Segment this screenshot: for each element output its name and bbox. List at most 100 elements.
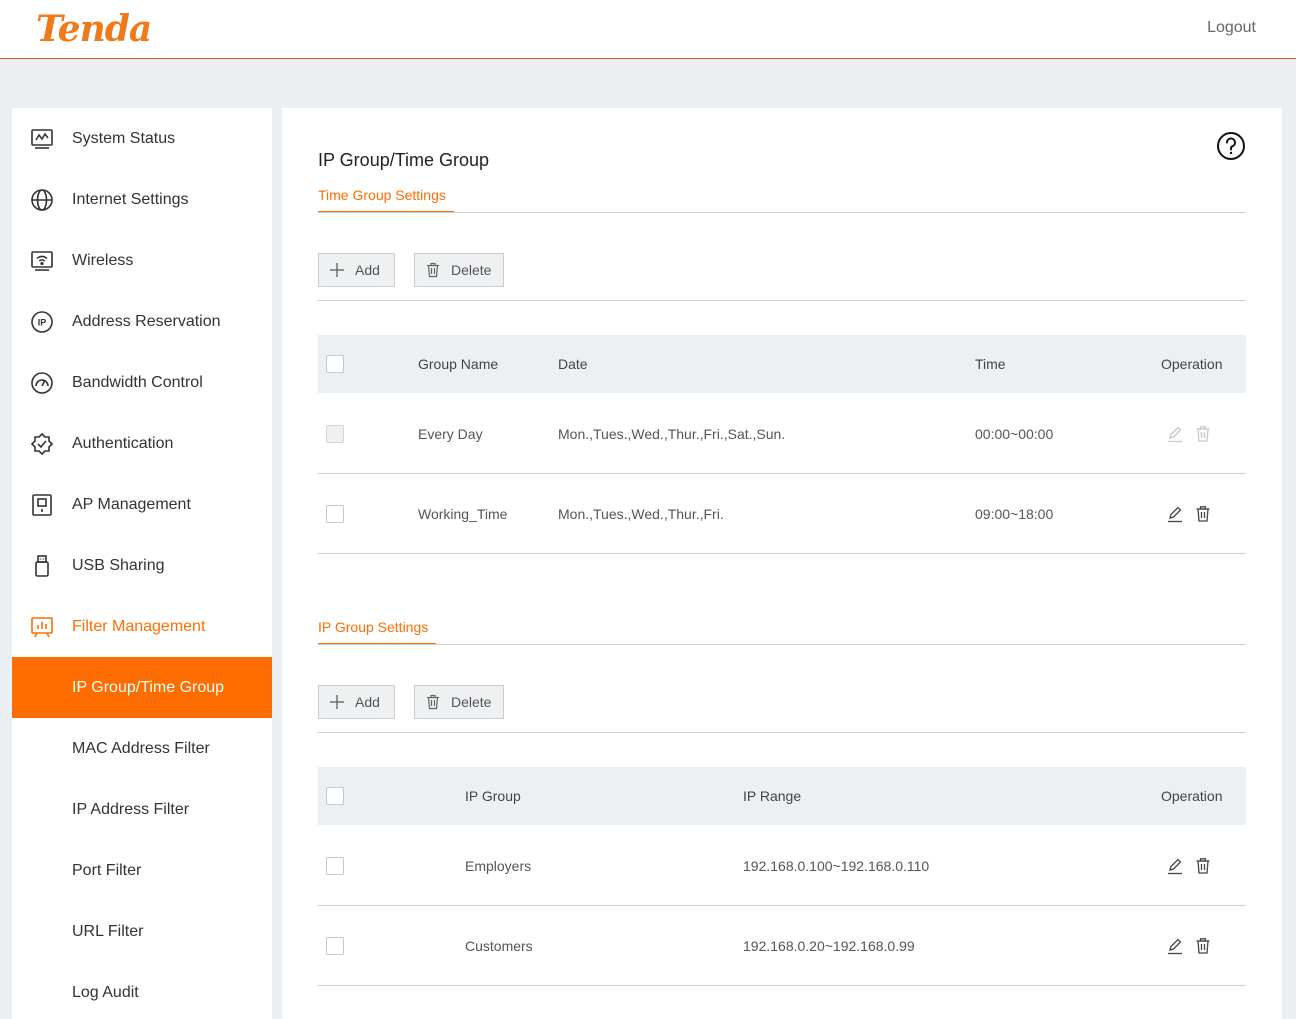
trash-icon[interactable]	[1194, 937, 1212, 955]
group-time: 00:00~00:00	[975, 425, 1054, 442]
tab-time-group-settings[interactable]: Time Group Settings	[318, 187, 446, 203]
sidebar-item-internet-settings[interactable]: Internet Settings	[12, 169, 272, 230]
group-name: Working_Time	[418, 505, 508, 522]
sidebar-item-label: Wireless	[72, 251, 134, 269]
edit-icon[interactable]	[1166, 857, 1184, 875]
table-row: Working_Time Mon.,Tues.,Wed.,Thur.,Fri. …	[318, 474, 1246, 554]
sidebar-item-ap-management[interactable]: AP Management	[12, 474, 272, 535]
sidebar-item-label: Bandwidth Control	[72, 373, 203, 391]
delete-label: Delete	[451, 262, 492, 278]
divider	[318, 300, 1246, 301]
tab-ip-group-settings[interactable]: IP Group Settings	[318, 619, 428, 635]
sidebar-item-label: Authentication	[72, 434, 174, 452]
edit-icon[interactable]	[1166, 937, 1184, 955]
select-all-checkbox[interactable]	[326, 787, 344, 805]
sidebar-subitem-label: URL Filter	[72, 922, 144, 940]
help-icon[interactable]	[1216, 131, 1246, 161]
sidebar-subitem-mac-address-filter[interactable]: MAC Address Filter	[12, 718, 272, 779]
ap-device-icon	[32, 493, 52, 516]
logout-link[interactable]: Logout	[1207, 19, 1256, 37]
trash-icon[interactable]	[1194, 425, 1212, 443]
divider	[318, 732, 1246, 733]
sidebar-item-usb-sharing[interactable]: USB Sharing	[12, 535, 272, 596]
sidebar-item-label: Filter Management	[72, 617, 206, 635]
column-header: Operation	[1161, 356, 1223, 372]
sidebar-subitem-label: IP Address Filter	[72, 800, 190, 818]
row-checkbox[interactable]	[326, 424, 344, 443]
usb-icon	[35, 554, 49, 577]
sidebar-subitem-url-filter[interactable]: URL Filter	[12, 901, 272, 962]
plus-icon	[330, 695, 344, 709]
sidebar-item-label: System Status	[72, 129, 176, 147]
table-row: Employers 192.168.0.100~192.168.0.110	[318, 826, 1246, 906]
sidebar-subitem-ip-time-group[interactable]: IP Group/Time Group	[12, 657, 272, 718]
sidebar: System Status Internet Settings Wireless…	[12, 108, 272, 1019]
table-row: Every Day Mon.,Tues.,Wed.,Thur.,Fri.,Sat…	[318, 394, 1246, 474]
ip-range: 192.168.0.20~192.168.0.99	[743, 937, 915, 954]
wifi-monitor-icon	[31, 250, 53, 271]
row-checkbox[interactable]	[326, 504, 344, 523]
sidebar-subitem-label: Port Filter	[72, 861, 142, 879]
top-header: Tenda Logout	[0, 0, 1296, 59]
sidebar-subitem-label: MAC Address Filter	[72, 739, 210, 757]
trash-icon	[427, 694, 439, 710]
sidebar-item-label: AP Management	[72, 495, 191, 513]
sidebar-item-label: USB Sharing	[72, 556, 165, 574]
group-name: Every Day	[418, 425, 483, 442]
add-label: Add	[355, 694, 380, 710]
group-date: Mon.,Tues.,Wed.,Thur.,Fri.	[558, 505, 724, 522]
sidebar-subitem-label: Log Audit	[72, 983, 139, 1001]
ip-group-name: Employers	[465, 857, 532, 874]
sidebar-subitem-ip-address-filter[interactable]: IP Address Filter	[12, 779, 272, 840]
edit-icon[interactable]	[1166, 425, 1184, 443]
sidebar-subitem-label: IP Group/Time Group	[72, 678, 225, 696]
divider	[318, 212, 1246, 213]
sidebar-item-address-reservation[interactable]: IP Address Reservation	[12, 291, 272, 352]
row-checkbox[interactable]	[326, 936, 344, 955]
sidebar-item-system-status[interactable]: System Status	[12, 108, 272, 169]
time-group-add-button[interactable]: Add	[318, 253, 395, 287]
add-label: Add	[355, 262, 380, 278]
column-header: Date	[558, 356, 588, 372]
sidebar-subitem-port-filter[interactable]: Port Filter	[12, 840, 272, 901]
globe-icon	[31, 188, 53, 211]
sidebar-item-bandwidth-control[interactable]: Bandwidth Control	[12, 352, 272, 413]
row-checkbox[interactable]	[326, 856, 344, 875]
trash-icon	[427, 262, 439, 278]
gauge-icon	[31, 371, 53, 394]
column-header: IP Group	[465, 788, 521, 804]
ip-circle-icon: IP	[31, 310, 53, 333]
ip-group-delete-button[interactable]: Delete	[414, 685, 504, 719]
shield-check-icon	[30, 432, 54, 455]
column-header: IP Range	[743, 788, 802, 804]
column-header: Group Name	[418, 356, 499, 372]
sidebar-subitem-log-audit[interactable]: Log Audit	[12, 962, 272, 1019]
column-header: Operation	[1161, 788, 1223, 804]
time-group-delete-button[interactable]: Delete	[414, 253, 504, 287]
group-date: Mon.,Tues.,Wed.,Thur.,Fri.,Sat.,Sun.	[558, 425, 786, 442]
delete-label: Delete	[451, 694, 492, 710]
edit-icon[interactable]	[1166, 505, 1184, 523]
table-row: Customers 192.168.0.20~192.168.0.99	[318, 906, 1246, 986]
time-group-table-header: Group Name Date Time Operation	[318, 335, 1246, 393]
plus-icon	[330, 263, 344, 277]
ip-group-add-button[interactable]: Add	[318, 685, 395, 719]
sidebar-item-label: Address Reservation	[72, 312, 221, 330]
sidebar-item-authentication[interactable]: Authentication	[12, 413, 272, 474]
tenda-logo: Tenda	[36, 8, 152, 50]
divider	[318, 644, 1246, 645]
trash-icon[interactable]	[1194, 505, 1212, 523]
chart-monitor-icon	[31, 128, 53, 149]
ip-group-table-header: IP Group IP Range Operation	[318, 767, 1246, 825]
svg-text:IP: IP	[38, 317, 47, 327]
page-title: IP Group/Time Group	[318, 150, 490, 170]
sidebar-item-label: Internet Settings	[72, 190, 189, 208]
sidebar-item-wireless[interactable]: Wireless	[12, 230, 272, 291]
column-header: Time	[975, 356, 1006, 372]
trash-icon[interactable]	[1194, 857, 1212, 875]
main-panel: IP Group/Time Group Time Group Settings …	[282, 108, 1282, 1019]
filter-chart-icon	[31, 616, 53, 637]
sidebar-item-filter-management[interactable]: Filter Management	[12, 596, 272, 657]
select-all-checkbox[interactable]	[326, 355, 344, 373]
ip-range: 192.168.0.100~192.168.0.110	[743, 857, 930, 874]
